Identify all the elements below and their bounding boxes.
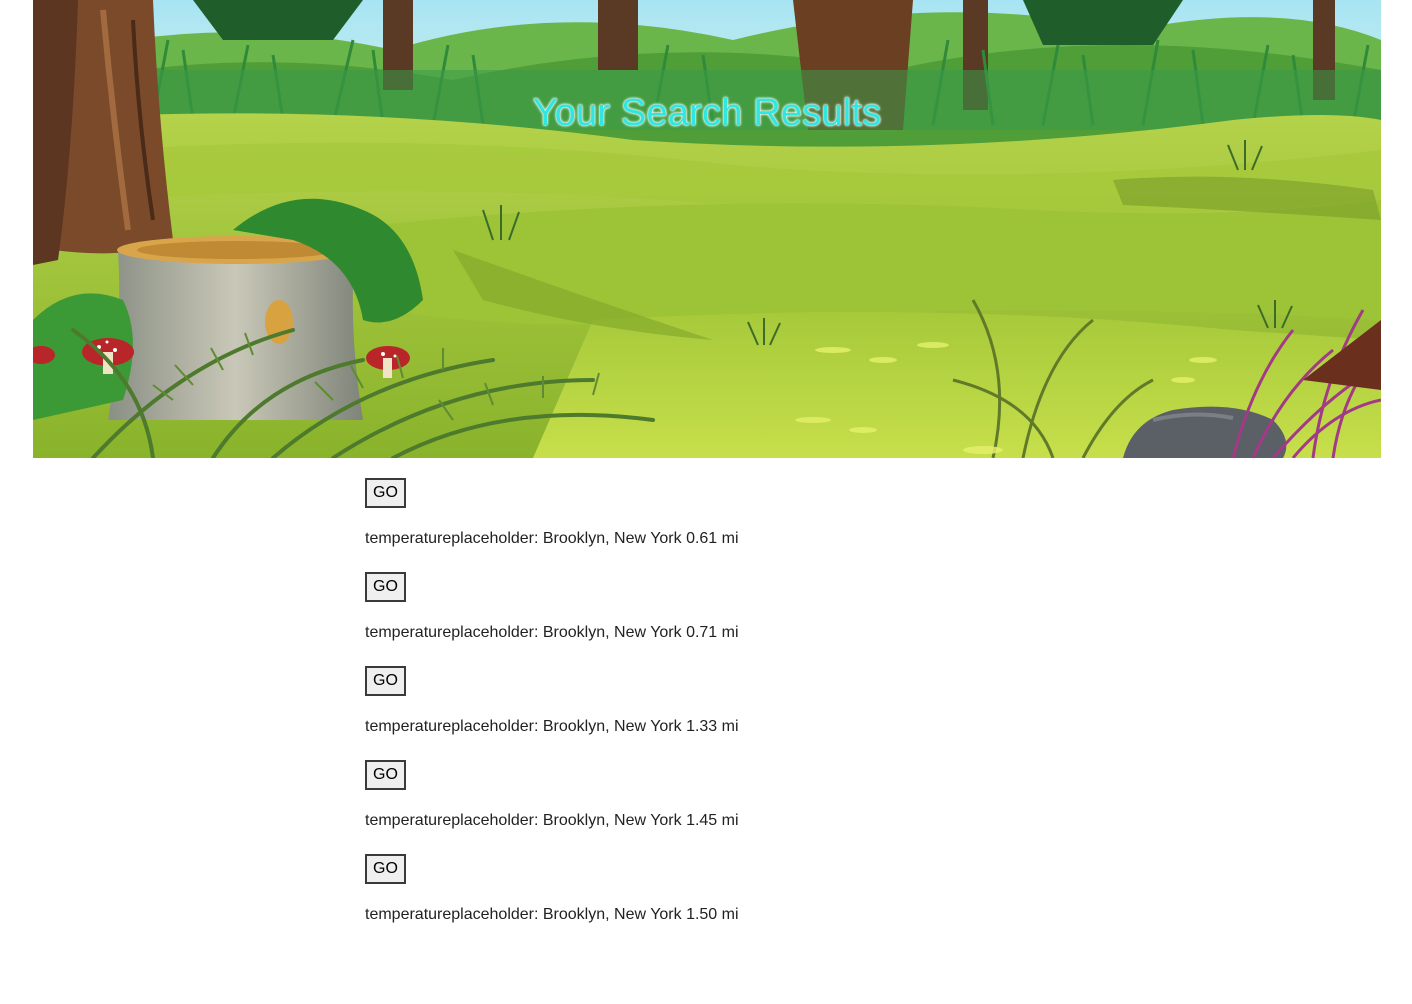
list-item: GO temperatureplaceholder: Brooklyn, New… [365, 666, 1065, 760]
page-title: Your Search Results [532, 92, 882, 134]
result-text: temperatureplaceholder: Brooklyn, New Yo… [365, 906, 739, 923]
list-item: GO temperatureplaceholder: Brooklyn, New… [365, 760, 1065, 854]
go-button[interactable]: GO [365, 854, 406, 884]
list-item: GO temperatureplaceholder: Brooklyn, New… [365, 854, 1065, 948]
result-text: temperatureplaceholder: Brooklyn, New Yo… [365, 718, 739, 735]
result-text: temperatureplaceholder: Brooklyn, New Yo… [365, 812, 739, 829]
go-button[interactable]: GO [365, 572, 406, 602]
result-text: temperatureplaceholder: Brooklyn, New Yo… [365, 624, 739, 641]
go-button[interactable]: GO [365, 666, 406, 696]
results-list: GO temperatureplaceholder: Brooklyn, New… [365, 478, 1065, 948]
result-text: temperatureplaceholder: Brooklyn, New Yo… [365, 530, 739, 547]
list-item: GO temperatureplaceholder: Brooklyn, New… [365, 478, 1065, 572]
hero-banner: Your Search Results [33, 0, 1381, 458]
go-button[interactable]: GO [365, 760, 406, 790]
go-button[interactable]: GO [365, 478, 406, 508]
forest-background-image [33, 0, 1381, 458]
list-item: GO temperatureplaceholder: Brooklyn, New… [365, 572, 1065, 666]
